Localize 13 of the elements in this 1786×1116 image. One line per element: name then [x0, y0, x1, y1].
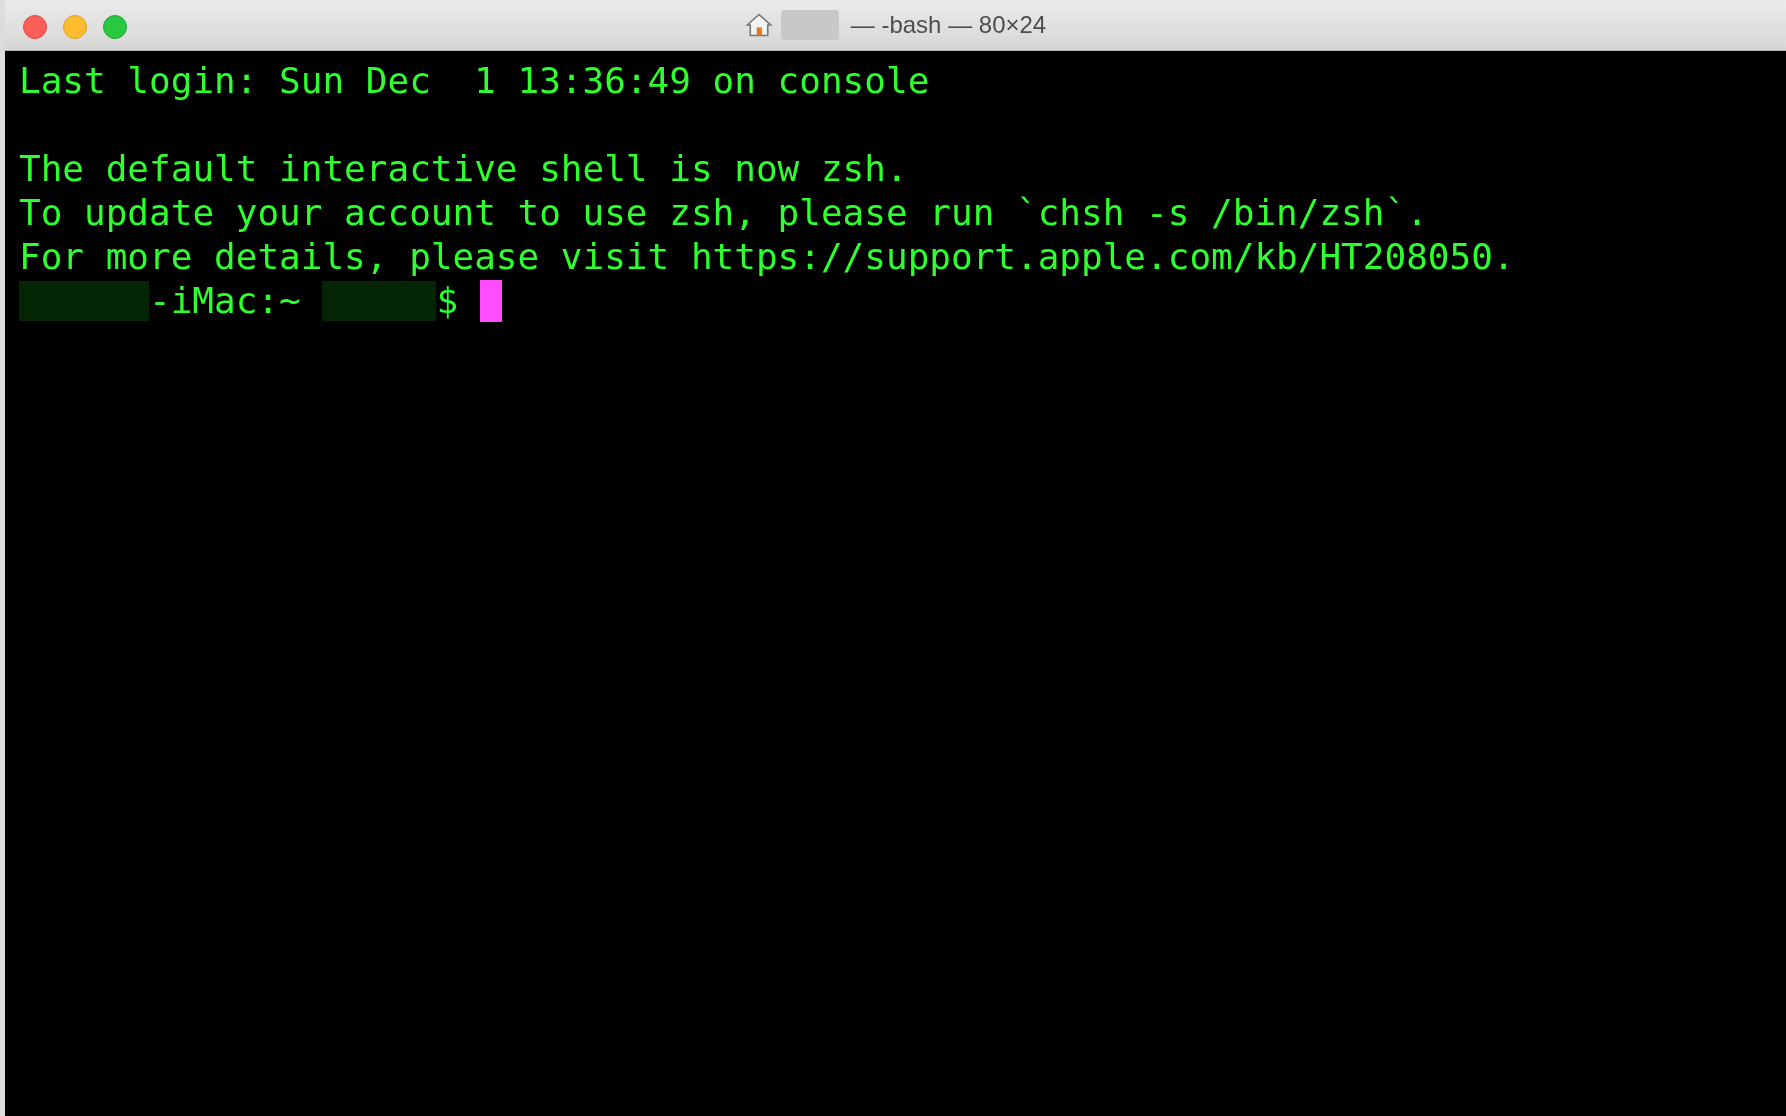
- zoom-button[interactable]: [103, 15, 127, 39]
- terminal-line: The default interactive shell is now zsh.: [19, 147, 909, 191]
- minimize-button[interactable]: [63, 15, 87, 39]
- prompt-text: -iMac:~: [149, 279, 302, 323]
- close-button[interactable]: [23, 15, 47, 39]
- redaction-block: [780, 10, 839, 40]
- terminal-line: Last login: Sun Dec 1 13:36:49 on console: [19, 59, 931, 103]
- terminal-line: For more details, please visit https://support.apple.com/kb/HT208050.: [19, 235, 1516, 279]
- terminal-line: To update your account to use zsh, please run `chsh -s /bin/zsh`.: [19, 191, 1429, 235]
- prompt-text: $: [436, 279, 460, 323]
- text-cursor: [479, 280, 502, 322]
- house-icon: [744, 11, 773, 39]
- window-title: — -bash — 80×24: [850, 11, 1047, 39]
